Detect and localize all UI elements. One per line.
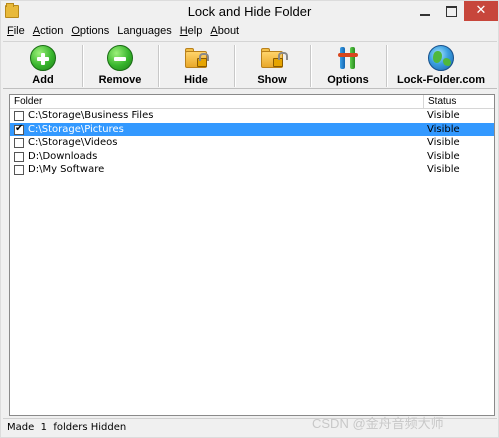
- table-row[interactable]: ✔ C:\Storage\Pictures Visible: [10, 122, 494, 136]
- folder-path: C:\Storage\Pictures: [28, 123, 124, 135]
- show-label: Show: [257, 74, 287, 86]
- show-button[interactable]: Show: [236, 44, 308, 88]
- menu-languages[interactable]: Languages: [113, 23, 175, 40]
- menu-help[interactable]: Help: [176, 23, 207, 40]
- options-label: Options: [327, 74, 369, 86]
- hide-label: Hide: [184, 74, 208, 86]
- folder-path: D:\My Software: [28, 164, 105, 175]
- table-row[interactable]: D:\Downloads Visible: [10, 150, 494, 164]
- toolbar-separator: [158, 45, 159, 87]
- row-checkbox[interactable]: [14, 138, 24, 148]
- toolbar-separator: [386, 45, 387, 87]
- menu-bar: File Action Options Languages Help About: [3, 23, 497, 40]
- folder-list[interactable]: Folder Status C:\Storage\Business Files V…: [9, 94, 495, 416]
- table-row[interactable]: C:\Storage\Business Files Visible: [10, 109, 494, 123]
- website-label: Lock-Folder.com: [396, 74, 486, 86]
- toolbar-separator: [310, 45, 311, 87]
- remove-label: Remove: [98, 74, 142, 86]
- minus-circle-icon: [107, 45, 133, 71]
- list-header: Folder Status: [10, 95, 494, 109]
- hide-button[interactable]: Hide: [160, 44, 232, 88]
- menu-file[interactable]: File: [3, 23, 29, 40]
- minimize-button[interactable]: [412, 1, 438, 21]
- row-checkbox[interactable]: [14, 151, 24, 162]
- unlocked-folder-icon: [259, 45, 288, 71]
- menu-options[interactable]: Options: [67, 23, 113, 40]
- folder-path: C:\Storage\Videos: [28, 137, 118, 148]
- folder-path: C:\Storage\Business Files: [28, 110, 154, 121]
- folder-status: Visible: [427, 137, 460, 148]
- status-text: Made 1 folders Hidden: [7, 422, 127, 433]
- toolbar-separator: [82, 45, 83, 87]
- column-header-status[interactable]: Status: [423, 95, 494, 109]
- add-label: Add: [32, 74, 54, 86]
- options-button[interactable]: Options: [312, 44, 384, 88]
- folder-status: Visible: [427, 164, 460, 175]
- table-row[interactable]: C:\Storage\Videos Visible: [10, 136, 494, 150]
- menu-action[interactable]: Action: [29, 23, 68, 40]
- close-button[interactable]: ✕: [464, 1, 498, 21]
- list-rows: C:\Storage\Business Files Visible ✔ C:\Stor…: [10, 109, 494, 177]
- remove-button[interactable]: Remove: [84, 44, 156, 88]
- toolbar: Add Remove Hide Show Options Lock-Folder…: [3, 41, 497, 89]
- menu-about[interactable]: About: [206, 23, 243, 40]
- title-bar: Lock and Hide Folder ✕: [1, 1, 498, 23]
- row-checkbox[interactable]: [14, 165, 24, 175]
- globe-icon: [428, 45, 454, 71]
- folder-status: Visible: [427, 123, 460, 135]
- row-checkbox[interactable]: ✔: [14, 122, 24, 135]
- maximize-button[interactable]: [438, 1, 464, 21]
- folder-status: Visible: [427, 110, 460, 121]
- plus-circle-icon: [30, 45, 56, 71]
- tools-icon: [335, 45, 361, 71]
- checkmark-icon: ✔: [15, 122, 24, 134]
- column-header-folder[interactable]: Folder: [10, 95, 422, 109]
- locked-folder-icon: [183, 45, 209, 71]
- add-button[interactable]: Add: [6, 44, 80, 88]
- website-button[interactable]: Lock-Folder.com: [388, 44, 494, 88]
- app-window: Lock and Hide Folder ✕ File Action Optio…: [0, 0, 499, 438]
- watermark-text: CSDN @金舟音频大师: [312, 416, 444, 431]
- row-checkbox[interactable]: [14, 111, 24, 121]
- folder-status: Visible: [427, 150, 460, 162]
- table-row[interactable]: D:\My Software Visible: [10, 163, 494, 177]
- folder-path: D:\Downloads: [28, 150, 98, 162]
- toolbar-separator: [234, 45, 235, 87]
